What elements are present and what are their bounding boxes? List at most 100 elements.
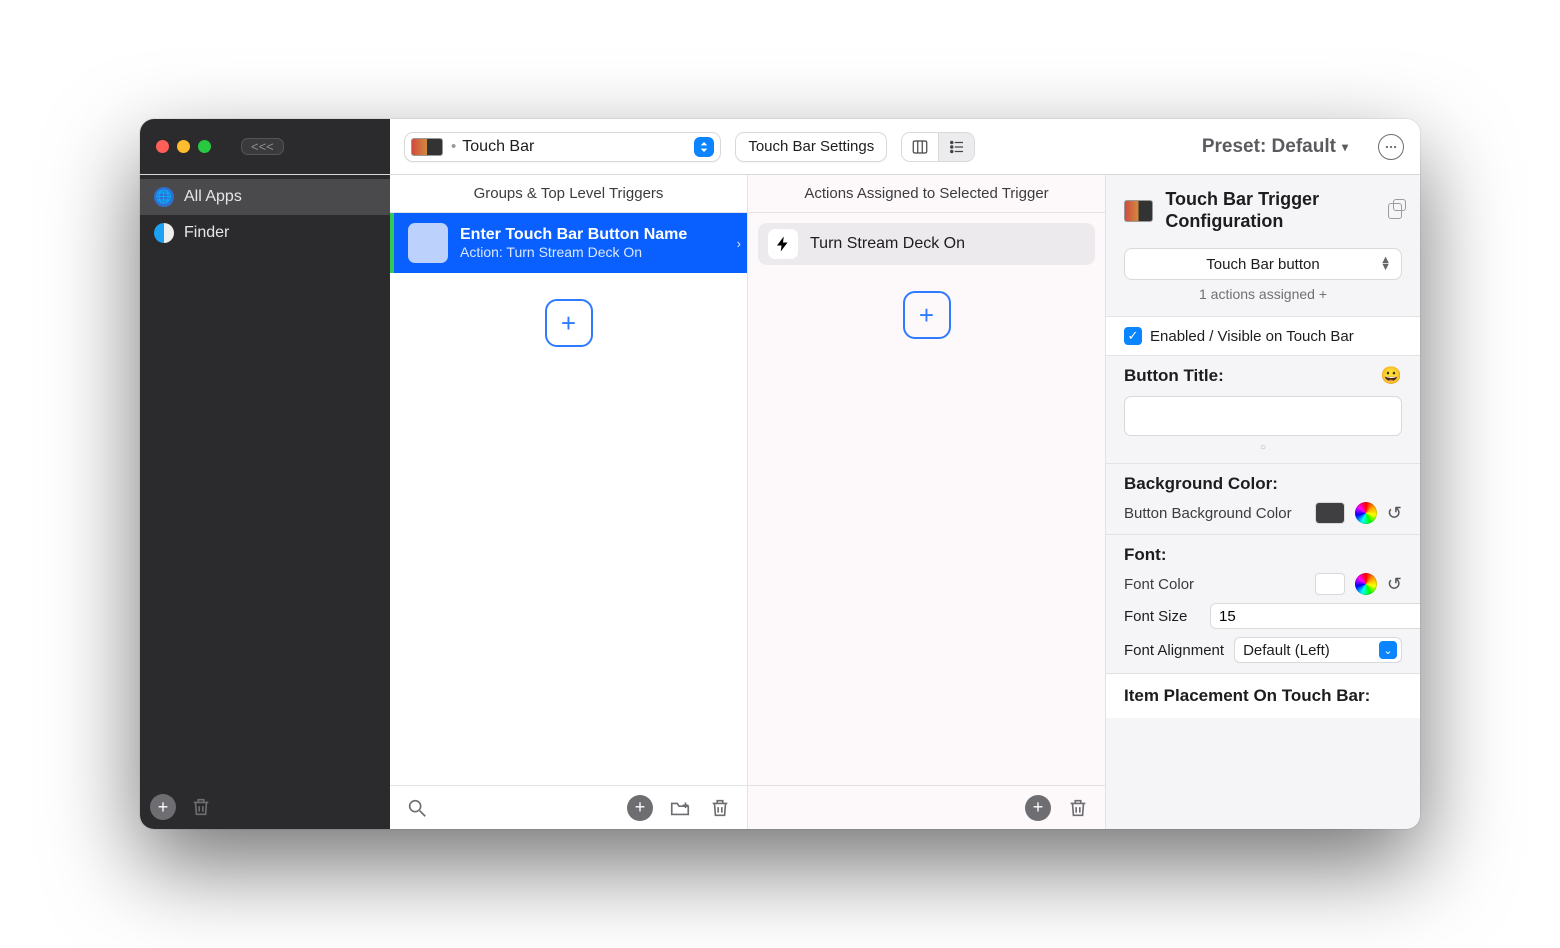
- reset-font-color-button[interactable]: ↺: [1387, 574, 1402, 595]
- stepper-icon: ▲▼: [1380, 257, 1391, 271]
- add-trigger-button[interactable]: +: [545, 299, 593, 347]
- list-icon: [948, 138, 966, 156]
- actions-header: Actions Assigned to Selected Trigger: [748, 175, 1105, 213]
- touchbar-icon: [1124, 200, 1153, 222]
- font-heading: Font:: [1124, 545, 1166, 565]
- font-size-row: Font Size ▲▼ pt: [1124, 603, 1402, 629]
- inspector-header: Touch Bar Trigger Configuration: [1106, 175, 1420, 238]
- ellipsis-icon: [1384, 140, 1398, 154]
- folder-plus-icon: [669, 797, 691, 819]
- search-button[interactable]: [404, 795, 430, 821]
- trigger-kind-select[interactable]: Touch Bar button ▲▼: [1124, 248, 1402, 280]
- dropdown-caret-icon: [694, 137, 714, 157]
- font-alignment-row: Font Alignment Default (Left) ⌄: [1124, 637, 1402, 663]
- triggers-header: Groups & Top Level Triggers: [390, 175, 747, 213]
- close-window-button[interactable]: [156, 140, 169, 153]
- view-columns-button[interactable]: [902, 133, 938, 161]
- chevron-right-icon: ›: [737, 236, 741, 251]
- enabled-label: Enabled / Visible on Touch Bar: [1150, 328, 1354, 345]
- action-row[interactable]: Turn Stream Deck On: [758, 223, 1095, 265]
- sidebar: 🌐 All Apps Finder +: [140, 175, 390, 829]
- font-alignment-value: Default (Left): [1243, 642, 1330, 659]
- add-trigger-footer-button[interactable]: +: [627, 795, 653, 821]
- trigger-thumbnail: [408, 223, 448, 263]
- trigger-kind-value: Touch Bar button: [1206, 256, 1319, 273]
- trigger-row-text: Enter Touch Bar Button Name Action: Turn…: [460, 226, 687, 260]
- sidebar-item-label: All Apps: [184, 188, 242, 206]
- zoom-window-button[interactable]: [198, 140, 211, 153]
- add-group-button[interactable]: [667, 795, 693, 821]
- font-color-picker-button[interactable]: [1355, 573, 1377, 595]
- button-title-heading: Button Title:: [1124, 366, 1224, 386]
- minimize-window-button[interactable]: [177, 140, 190, 153]
- window-controls: [156, 140, 211, 153]
- columns: Groups & Top Level Triggers Enter Touch …: [390, 175, 1420, 829]
- button-title-block: Button Title: 😀 ○: [1106, 356, 1420, 463]
- item-placement-heading: Item Placement On Touch Bar:: [1106, 673, 1420, 718]
- trash-icon: [1067, 797, 1089, 819]
- trigger-row[interactable]: Enter Touch Bar Button Name Action: Turn…: [390, 213, 747, 273]
- trigger-type-label: Touch Bar: [460, 138, 536, 156]
- trash-icon: [709, 797, 731, 819]
- font-size-input[interactable]: [1210, 603, 1420, 629]
- emoji-picker-button[interactable]: 😀: [1381, 366, 1402, 386]
- triggers-body: Enter Touch Bar Button Name Action: Turn…: [390, 213, 747, 785]
- font-color-label: Font Color: [1124, 576, 1305, 593]
- triggers-footer: +: [390, 785, 747, 829]
- search-icon: [406, 797, 428, 819]
- touchbar-settings-label: Touch Bar Settings: [748, 138, 874, 155]
- inspector-column: Touch Bar Trigger Configuration Touch Ba…: [1106, 175, 1420, 829]
- delete-app-button[interactable]: [188, 794, 214, 820]
- dropdown-caret-icon: ⌄: [1379, 641, 1397, 659]
- enabled-checkbox-row[interactable]: ✓ Enabled / Visible on Touch Bar: [1106, 316, 1420, 356]
- add-action-button[interactable]: +: [903, 291, 951, 339]
- main-body: 🌐 All Apps Finder + Groups & Top Level T…: [140, 175, 1420, 829]
- background-color-heading: Background Color:: [1124, 474, 1278, 494]
- bg-color-swatch[interactable]: [1315, 502, 1345, 524]
- toolbar: <<< • Touch Bar Touch Bar Settings Prese…: [140, 119, 1420, 175]
- reset-bg-color-button[interactable]: ↺: [1387, 503, 1402, 524]
- actions-footer: +: [748, 785, 1105, 829]
- font-size-label: Font Size: [1124, 608, 1204, 625]
- font-alignment-label: Font Alignment: [1124, 642, 1224, 659]
- checkmark-icon: ✓: [1124, 327, 1142, 345]
- preset-menu[interactable]: Preset: Default ▾: [1202, 136, 1348, 158]
- inspector-title: Touch Bar Trigger Configuration: [1165, 189, 1375, 232]
- touchbar-settings-button[interactable]: Touch Bar Settings: [735, 132, 887, 162]
- delete-trigger-button[interactable]: [707, 795, 733, 821]
- background-color-block: Background Color: Button Background Colo…: [1106, 463, 1420, 534]
- touchbar-icon: [411, 138, 443, 156]
- bg-color-sublabel: Button Background Color: [1124, 505, 1305, 522]
- sidebar-item-all-apps[interactable]: 🌐 All Apps: [140, 179, 390, 215]
- font-block: Font: Font Color ↺ Font Size ▲▼ pt: [1106, 534, 1420, 673]
- trigger-subtitle: Action: Turn Stream Deck On: [460, 244, 687, 260]
- resize-handle-icon[interactable]: ○: [1124, 436, 1402, 453]
- finder-icon: [154, 223, 174, 243]
- sidebar-footer: +: [140, 785, 390, 829]
- add-app-button[interactable]: +: [150, 794, 176, 820]
- sidebar-item-label: Finder: [184, 224, 229, 242]
- actions-count-hint[interactable]: 1 actions assigned +: [1106, 282, 1420, 316]
- duplicate-icon[interactable]: [1388, 203, 1402, 219]
- titlebar-left: <<<: [140, 119, 390, 174]
- color-picker-button[interactable]: [1355, 502, 1377, 524]
- view-list-button[interactable]: [938, 133, 974, 161]
- trigger-type-select[interactable]: • Touch Bar: [404, 132, 721, 162]
- trash-icon: [190, 796, 212, 818]
- trigger-title: Enter Touch Bar Button Name: [460, 226, 687, 244]
- action-label: Turn Stream Deck On: [810, 235, 965, 253]
- font-alignment-select[interactable]: Default (Left) ⌄: [1234, 637, 1402, 663]
- delete-action-button[interactable]: [1065, 795, 1091, 821]
- more-menu-button[interactable]: [1378, 134, 1404, 160]
- columns-icon: [911, 138, 929, 156]
- font-color-swatch[interactable]: [1315, 573, 1345, 595]
- actions-column: Actions Assigned to Selected Trigger Tur…: [748, 175, 1106, 829]
- back-button[interactable]: <<<: [241, 138, 284, 155]
- triggers-column: Groups & Top Level Triggers Enter Touch …: [390, 175, 748, 829]
- bolt-icon: [768, 229, 798, 259]
- chevron-down-icon: ▾: [1342, 140, 1348, 154]
- sidebar-item-finder[interactable]: Finder: [140, 215, 390, 251]
- add-action-footer-button[interactable]: +: [1025, 795, 1051, 821]
- button-title-input[interactable]: [1124, 396, 1402, 436]
- preset-label: Preset: Default: [1202, 136, 1336, 158]
